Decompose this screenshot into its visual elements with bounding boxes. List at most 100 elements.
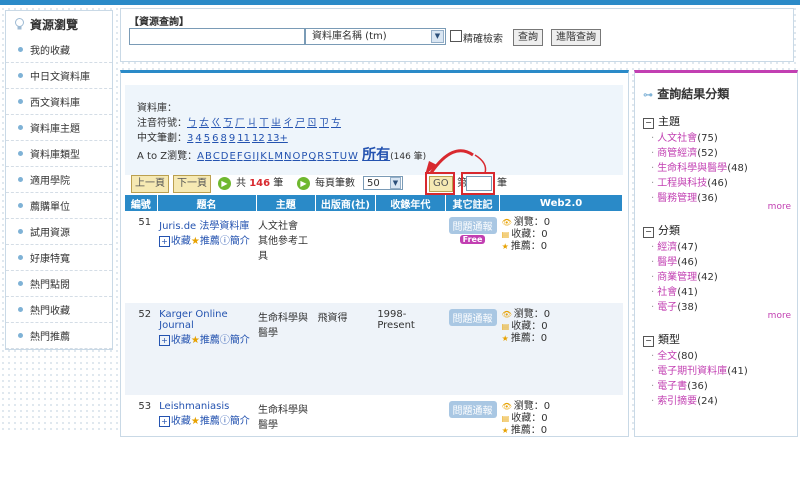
stroke-link[interactable]: 13+ [267, 133, 288, 144]
category-section-header[interactable]: − 分類 [643, 222, 680, 238]
plus-box-icon[interactable]: + [159, 335, 170, 346]
letter-link[interactable]: A [197, 151, 204, 162]
intro-link[interactable]: 簡介 [230, 236, 250, 247]
zhuyin-link[interactable]: ㄗ [319, 118, 329, 129]
category-item[interactable]: · 電子(38) [651, 298, 698, 313]
category-item[interactable]: · 索引摘要(24) [651, 392, 718, 407]
sidebar-item[interactable]: 熱門推薦 [6, 323, 112, 349]
per-page-select[interactable]: 50 ▼ [363, 176, 403, 190]
category-item-label[interactable]: 工程與科技 [657, 178, 707, 189]
letter-link[interactable]: G [244, 151, 252, 162]
collect-link[interactable]: 收藏 [171, 416, 191, 427]
zhuyin-link[interactable]: ㄓ [271, 118, 281, 129]
collect-link[interactable]: 收藏 [171, 335, 191, 346]
report-problem-button[interactable]: 問題通報 [448, 217, 497, 234]
category-item[interactable]: · 電子書(36) [651, 377, 708, 392]
category-section-header[interactable]: − 類型 [643, 331, 680, 347]
zhuyin-link[interactable]: ㄎ [223, 118, 233, 129]
stroke-link[interactable]: 4 [195, 133, 201, 144]
plus-box-icon[interactable]: + [159, 416, 170, 427]
go-button[interactable]: GO [429, 176, 453, 192]
resource-title-link[interactable]: Karger Online Journal [159, 309, 254, 331]
letter-link[interactable]: Q [308, 151, 316, 162]
prev-page-button[interactable]: 上一頁 [131, 175, 169, 193]
recommend-link[interactable]: 推薦 [200, 335, 220, 346]
category-item[interactable]: · 商管經濟(52) [651, 144, 718, 159]
letter-link[interactable]: E [230, 151, 236, 162]
resource-title-link[interactable]: Leishmaniasis [159, 401, 254, 412]
recommend-link[interactable]: 推薦 [200, 236, 220, 247]
category-section-header[interactable]: − 主題 [643, 113, 680, 129]
letter-link[interactable]: J [256, 151, 259, 162]
collapse-icon[interactable]: − [643, 118, 654, 129]
letter-link[interactable]: P [301, 151, 307, 162]
letter-link[interactable]: D [221, 151, 229, 162]
category-item[interactable]: · 社會(41) [651, 283, 698, 298]
page-number-input[interactable] [466, 176, 492, 191]
chevron-down-icon[interactable]: ▼ [431, 30, 444, 43]
category-item-label[interactable]: 醫務管理 [657, 193, 697, 204]
category-item-label[interactable]: 全文 [657, 351, 677, 362]
sidebar-item[interactable]: 西文資料庫 [6, 89, 112, 115]
category-item[interactable]: · 電子期刊資料庫(41) [651, 362, 748, 377]
letter-link[interactable]: L [268, 151, 274, 162]
category-item[interactable]: · 醫學(46) [651, 253, 698, 268]
letter-link[interactable]: K [260, 151, 267, 162]
zhuyin-link[interactable]: ㄊ [199, 118, 209, 129]
stroke-link[interactable]: 3 [187, 133, 193, 144]
zhuyin-link[interactable]: ㄘ [331, 118, 341, 129]
letter-link[interactable]: R [317, 151, 324, 162]
category-item-label[interactable]: 生命科學與醫學 [657, 163, 727, 174]
letter-link[interactable]: F [237, 151, 243, 162]
chevron-down-icon[interactable]: ▼ [390, 177, 401, 189]
zhuyin-link[interactable]: ㄅ [187, 118, 197, 129]
category-item-label[interactable]: 電子期刊資料庫 [657, 366, 727, 377]
exact-search-checkbox[interactable] [450, 30, 462, 42]
category-item-label[interactable]: 電子書 [657, 381, 687, 392]
category-item-label[interactable]: 商管經濟 [657, 148, 697, 159]
sidebar-item[interactable]: 資料庫主題 [6, 115, 112, 141]
category-item[interactable]: · 商業管理(42) [651, 268, 718, 283]
advanced-query-button[interactable]: 進階查詢 [551, 29, 601, 46]
stroke-link[interactable]: 5 [204, 133, 210, 144]
all-link[interactable]: 所有 [362, 147, 390, 163]
report-problem-button[interactable]: 問題通報 [448, 309, 497, 326]
zhuyin-link[interactable]: ㄒ [259, 118, 269, 129]
category-item[interactable]: · 經濟(47) [651, 238, 698, 253]
search-input[interactable] [129, 28, 305, 45]
stroke-link[interactable]: 6 [212, 133, 218, 144]
zhuyin-link[interactable]: ㄏ [235, 118, 245, 129]
next-page-button[interactable]: 下一頁 [173, 175, 211, 193]
zhuyin-link[interactable]: ㄕ [295, 118, 305, 129]
category-item-label[interactable]: 商業管理 [657, 272, 697, 283]
category-item[interactable]: · 全文(80) [651, 347, 698, 362]
category-item-label[interactable]: 索引摘要 [657, 396, 697, 407]
letter-link[interactable]: I [252, 151, 255, 162]
category-item[interactable]: · 生命科學與醫學(48) [651, 159, 748, 174]
sidebar-item[interactable]: 薦購單位 [6, 193, 112, 219]
category-item[interactable]: · 人文社會(75) [651, 129, 718, 144]
resource-title-link[interactable]: Juris.de 法學資料庫 [159, 217, 254, 232]
sidebar-item[interactable]: 熱門點閱 [6, 271, 112, 297]
category-item-label[interactable]: 人文社會 [657, 133, 697, 144]
category-item[interactable]: · 工程與科技(46) [651, 174, 728, 189]
stroke-link[interactable]: 9 [229, 133, 235, 144]
plus-box-icon[interactable]: + [159, 236, 170, 247]
letter-link[interactable]: T [333, 151, 339, 162]
sidebar-item[interactable]: 資料庫類型 [6, 141, 112, 167]
letter-link[interactable]: M [274, 151, 283, 162]
letter-link[interactable]: C [213, 151, 220, 162]
letter-link[interactable]: W [348, 151, 358, 162]
query-button[interactable]: 查詢 [513, 29, 543, 46]
category-item-label[interactable]: 醫學 [657, 257, 677, 268]
more-link[interactable]: more [768, 202, 791, 212]
letter-link[interactable]: B [205, 151, 212, 162]
more-link[interactable]: more [768, 311, 791, 321]
letter-link[interactable]: N [284, 151, 291, 162]
zhuyin-link[interactable]: ㄖ [307, 118, 317, 129]
intro-link[interactable]: 簡介 [230, 335, 250, 346]
collapse-icon[interactable]: − [643, 336, 654, 347]
zhuyin-link[interactable]: ㄔ [283, 118, 293, 129]
report-problem-button[interactable]: 問題通報 [448, 401, 497, 418]
category-item-label[interactable]: 經濟 [657, 242, 677, 253]
